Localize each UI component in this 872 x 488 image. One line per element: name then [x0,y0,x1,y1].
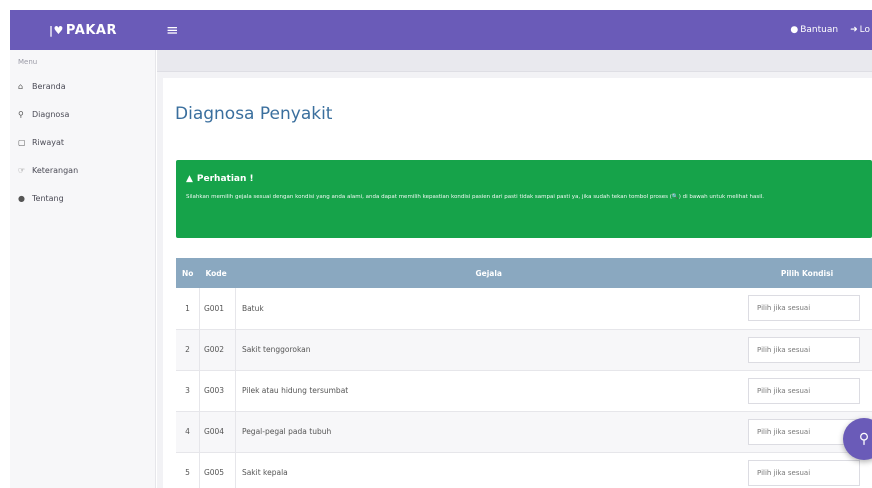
condition-select[interactable]: Pilih jika sesuai [748,459,860,486]
cell-kode: G003 [199,370,236,412]
sidebar-item-diagnosa[interactable]: ⚲ Diagnosa [10,100,155,128]
sidebar-item-keterangan[interactable]: ☞ Keterangan [10,156,155,184]
header-no: No [182,268,194,278]
header-pilih-kondisi: Pilih Kondisi [780,268,834,278]
symptom-table: No Kode Gejala Pilih Kondisi 1 G001 Batu… [176,258,872,488]
cell-kode: G001 [199,288,236,330]
cell-no: 4 [176,411,200,453]
sidebar-item-tentang[interactable]: ● Tentang [10,184,155,212]
header-gejala: Gejala [475,268,502,278]
main-content: Diagnosa Penyakit ▲ Perhatian ! Silahkan… [157,50,872,488]
search-icon: ⚲ [858,431,870,447]
sidebar-item-riwayat[interactable]: ▢ Riwayat [10,128,155,156]
cell-pilih: Pilih jika sesuai [742,370,872,412]
table-header-row: No Kode Gejala Pilih Kondisi [176,258,872,288]
condition-select[interactable]: Pilih jika sesuai [748,295,860,322]
sidebar: Menu ⌂ Beranda ⚲ Diagnosa ▢ Riwayat ☞ Ke… [10,50,156,488]
table-row: 2 G002 Sakit tenggorokan Pilih jika sesu… [176,329,872,371]
cell-no: 2 [176,329,200,371]
content-card: Diagnosa Penyakit ▲ Perhatian ! Silahkan… [163,78,872,488]
cell-pilih: Pilih jika sesuai [742,288,872,330]
cell-no: 1 [176,288,200,330]
brand-logo[interactable]: |♥ PAKAR [10,10,156,50]
table-row: 3 G003 Pilek atau hidung tersumbat Pilih… [176,370,872,412]
login-icon: ➜ [850,25,858,35]
hamburger-icon[interactable]: ≡ [166,21,179,39]
help-link[interactable]: ● Bantuan [790,25,838,35]
page-title: Diagnosa Penyakit [175,104,333,124]
cell-kode: G005 [199,452,236,488]
condition-select[interactable]: Pilih jika sesuai [748,377,860,404]
table-row: 4 G004 Pegal-pegal pada tubuh Pilih jika… [176,411,872,453]
cell-pilih: Pilih jika sesuai [742,329,872,371]
cell-no: 3 [176,370,200,412]
attention-alert: ▲ Perhatian ! Silahkan memilih gejala se… [176,160,872,238]
table-row: 5 G005 Sakit kepala Pilih jika sesuai [176,452,872,488]
alert-title: ▲ Perhatian ! [186,174,862,184]
help-label: Bantuan [800,25,839,35]
login-link[interactable]: ➜ Lo [850,25,870,35]
top-navbar: |♥ PAKAR ≡ ● Bantuan ➜ Lo [10,10,872,50]
cell-pilih: Pilih jika sesuai [742,452,872,488]
topbar-actions: ● Bantuan ➜ Lo [790,25,872,35]
content-subbar [157,50,872,72]
home-icon: ⌂ [18,81,24,91]
table-row: 1 G001 Batuk Pilih jika sesuai [176,288,872,330]
about-icon: ● [18,193,25,203]
cell-gejala: Pegal-pegal pada tubuh [235,411,742,453]
sidebar-item-label: Beranda [32,81,66,91]
cell-no: 5 [176,452,200,488]
brand-name: PAKAR [65,22,117,38]
header-kode: Kode [205,268,227,278]
sidebar-heading: Menu [18,58,38,66]
cell-kode: G002 [199,329,236,371]
search-icon: ⚲ [18,109,24,119]
info-icon: ☞ [18,165,26,175]
help-icon: ● [790,25,799,35]
sidebar-item-label: Diagnosa [32,109,70,119]
cell-gejala: Sakit kepala [235,452,742,488]
sidebar-item-label: Keterangan [32,165,79,175]
heart-logo-icon: |♥ [49,23,64,37]
cell-gejala: Sakit tenggorokan [235,329,742,371]
login-label: Lo [859,25,870,35]
warning-icon: ▲ [186,174,193,184]
alert-body: Silahkan memilih gejala sesuai dengan ko… [186,194,764,200]
cell-gejala: Pilek atau hidung tersumbat [235,370,742,412]
history-icon: ▢ [18,137,26,147]
cell-kode: G004 [199,411,236,453]
condition-select[interactable]: Pilih jika sesuai [748,336,860,363]
alert-title-text: Perhatian ! [196,174,254,184]
sidebar-item-label: Tentang [32,193,64,203]
sidebar-item-label: Riwayat [32,137,64,147]
sidebar-item-beranda[interactable]: ⌂ Beranda [10,72,155,100]
cell-gejala: Batuk [235,288,742,330]
